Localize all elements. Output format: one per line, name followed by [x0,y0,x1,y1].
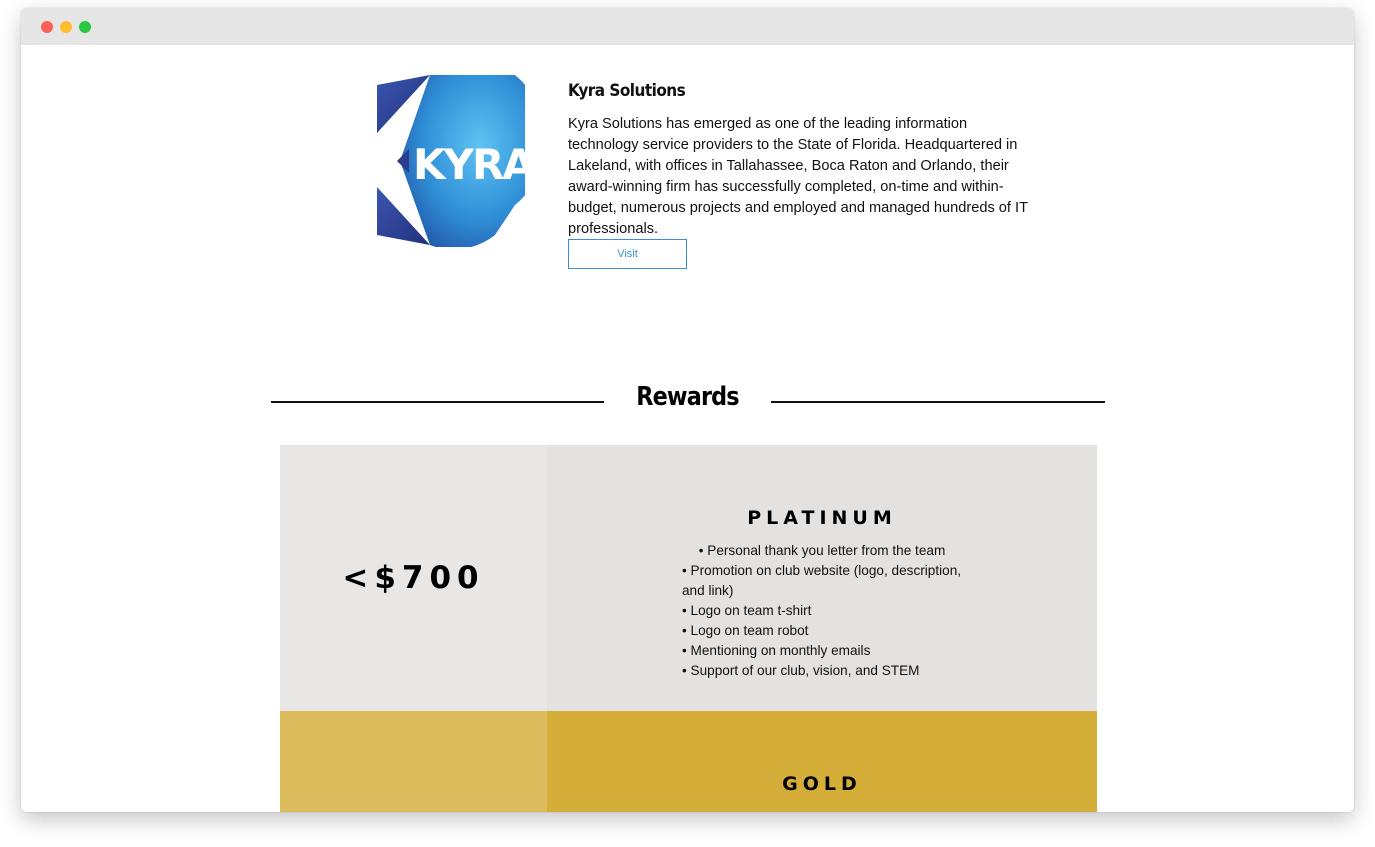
platinum-benefit-list: • Personal thank you letter from the tea… [682,541,962,681]
rewards-divider-right [771,401,1105,403]
benefit-item: • Promotion on club website (logo, descr… [682,563,962,598]
kyra-logo: KYRA [377,75,525,247]
gold-price-panel [280,711,547,812]
logo-text: KYRA [413,140,525,189]
benefit-item: • Logo on team t-shirt [682,603,812,618]
close-window-button[interactable] [41,21,53,33]
browser-window: KYRA Kyra Solutions Kyra Solutions has e… [21,8,1354,812]
benefit-item: • Personal thank you letter from the tea… [698,543,946,558]
gold-benefits-panel: GOLD [547,711,1097,812]
company-name: Kyra Solutions [568,81,686,101]
benefit-item: • Logo on team robot [682,623,809,638]
benefit-item: • Mentioning on monthly emails [682,643,871,658]
rewards-divider-left [271,401,604,403]
benefit-item: • Support of our club, vision, and STEM [682,663,920,678]
gold-tier-name: GOLD [782,773,862,795]
platinum-price: <$700 [342,560,485,596]
visit-button[interactable]: Visit [568,239,687,269]
zoom-window-button[interactable] [79,21,91,33]
rewards-title: Rewards [636,382,739,412]
platinum-benefits-panel: PLATINUM • Personal thank you letter fro… [547,445,1097,711]
platinum-price-panel: <$700 [280,445,547,711]
platinum-tier-name: PLATINUM [747,507,897,529]
company-description: Kyra Solutions has emerged as one of the… [568,116,1028,237]
window-titlebar [21,8,1354,45]
page-content: KYRA Kyra Solutions Kyra Solutions has e… [21,45,1354,812]
minimize-window-button[interactable] [60,21,72,33]
